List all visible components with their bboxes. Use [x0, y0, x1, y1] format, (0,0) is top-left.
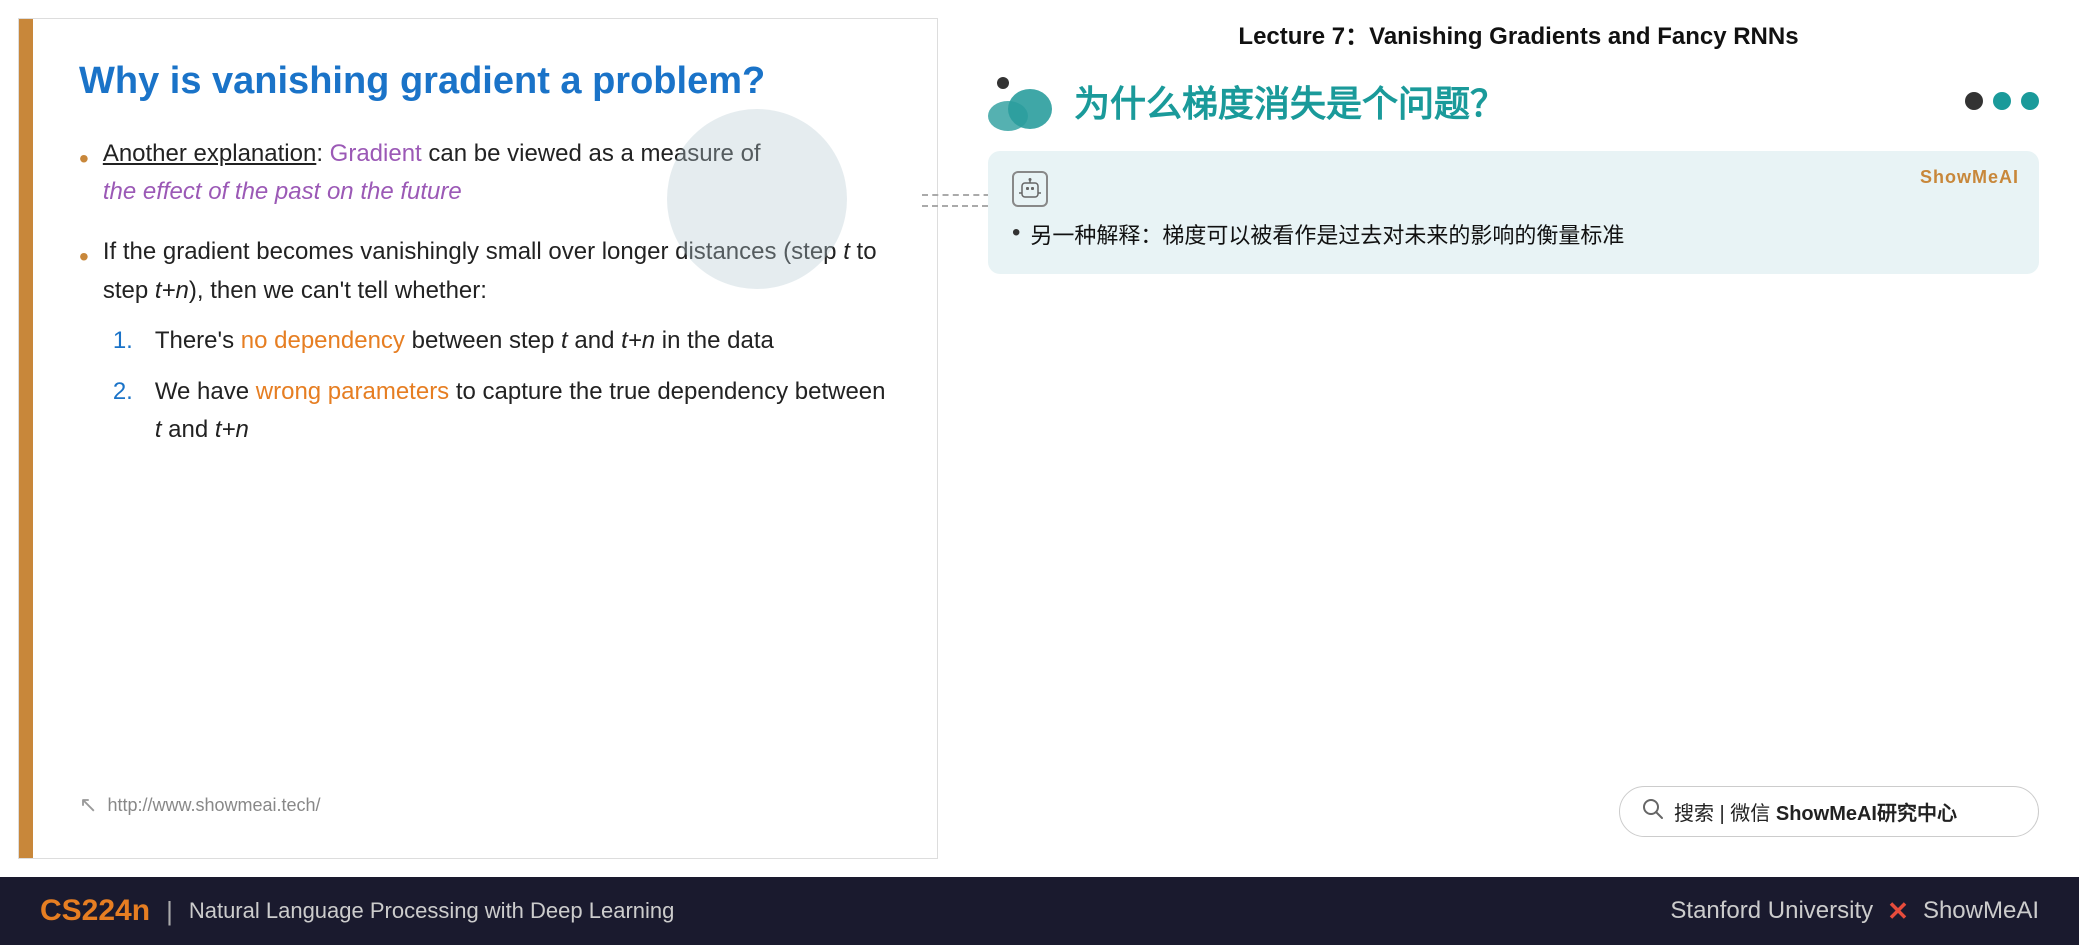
sub-item-2: 2. We have wrong parameters to capture t…	[113, 373, 887, 450]
wave-icon	[988, 71, 1058, 131]
stanford-text: Stanford University	[1670, 897, 1873, 925]
wrong-parameters: wrong parameters	[256, 378, 449, 405]
slide-panel: Why is vanishing gradient a problem? • A…	[18, 18, 938, 859]
dots-container	[1965, 92, 2039, 110]
showmeai-bottom: ShowMeAI	[1923, 897, 2039, 925]
slide-title: Why is vanishing gradient a problem?	[79, 59, 887, 105]
robot-icon	[1012, 171, 1048, 207]
sub-text-2: We have wrong parameters to capture the …	[155, 373, 887, 450]
dot-2	[1993, 92, 2011, 110]
sub-text-1: There's no dependency between step t and…	[155, 322, 887, 360]
showmeai-badge: ShowMeAI	[1920, 167, 2019, 188]
bottom-right: Stanford University ✕ ShowMeAI	[1670, 896, 2039, 927]
trans-bullet: • 另一种解释：梯度可以被看作是过去对未来的影响的衡量标准	[1012, 217, 2015, 254]
sub-num-2: 2.	[113, 373, 141, 411]
lecture-title: Lecture 7：Vanishing Gradients and Fancy …	[978, 0, 2049, 71]
bullet1-underline: Another explanation	[103, 140, 317, 167]
decorative-circle	[667, 109, 847, 289]
chinese-header: 为什么梯度消失是个问题？	[978, 71, 2049, 131]
sub-num-1: 1.	[113, 322, 141, 360]
chinese-title: 为什么梯度消失是个问题？	[1074, 75, 1965, 127]
translation-text: 另一种解释：梯度可以被看作是过去对未来的影响的衡量标准	[1030, 217, 1624, 254]
right-panel: Lecture 7：Vanishing Gradients and Fancy …	[968, 0, 2079, 877]
no-dependency: no dependency	[241, 327, 405, 354]
bullet1-gradient: Gradient	[330, 140, 422, 167]
bottom-left: CS224n | Natural Language Processing wit…	[40, 894, 674, 928]
search-bold: ShowMeAI研究中心	[1776, 803, 1957, 825]
sub-list: 1. There's no dependency between step t …	[103, 322, 887, 449]
main-content: Why is vanishing gradient a problem? • A…	[0, 0, 2079, 877]
trans-dot: •	[1012, 219, 1020, 247]
dot-1	[1965, 92, 1983, 110]
bullet-dot-1: •	[79, 137, 89, 182]
bottom-bar: CS224n | Natural Language Processing wit…	[0, 877, 2079, 945]
sub-item-1: 1. There's no dependency between step t …	[113, 322, 887, 360]
search-icon	[1642, 798, 1664, 826]
slide-left-border	[19, 19, 33, 858]
translation-card: ShowMeAI • 另一种解释：梯度可以被看作是过去对未来的影响的衡量标准	[988, 151, 2039, 274]
search-text: 搜索 | 微信 ShowMeAI研究中心	[1674, 797, 1957, 826]
dot-3	[2021, 92, 2039, 110]
x-symbol: ✕	[1887, 896, 1909, 927]
separator: |	[166, 896, 173, 927]
slide-footer: ↖ http://www.showmeai.tech/	[79, 772, 887, 818]
course-subtitle: Natural Language Processing with Deep Le…	[189, 898, 675, 924]
bullet-dot-2: •	[79, 235, 89, 280]
bullet1-italic: the effect of the past on the future	[103, 178, 462, 205]
search-bar[interactable]: 搜索 | 微信 ShowMeAI研究中心	[1619, 786, 2039, 837]
course-code: CS224n	[40, 894, 150, 928]
cursor-icon: ↖	[79, 792, 97, 818]
footer-url: http://www.showmeai.tech/	[107, 795, 320, 816]
